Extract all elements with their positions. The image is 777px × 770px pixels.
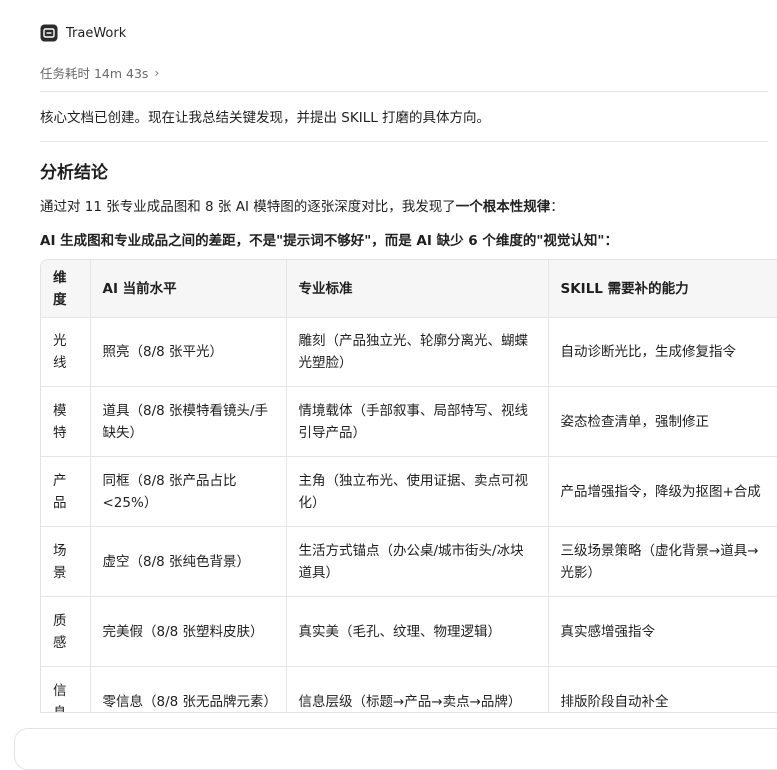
table-cell: 模特 [41, 386, 91, 457]
table-header-row: 维度 AI 当前水平 专业标准 SKILL 需要补的能力 [41, 260, 777, 318]
table-cell: 光线 [41, 317, 91, 387]
table-cell: 场景 [41, 526, 91, 597]
table-cell: 虚空（8/8 张纯色背景） [90, 526, 287, 597]
table-row: 产品 同框（8/8 张产品占比<25%） 主角（独立布光、使用证据、卖点可视化）… [41, 456, 777, 527]
table-cell: 完美假（8/8 张塑料皮肤） [90, 596, 287, 667]
table-row: 场景 虚空（8/8 张纯色背景） 生活方式锚点（办公桌/城市街头/冰块道具） 三… [41, 526, 777, 597]
table-cell: 主角（独立布光、使用证据、卖点可视化） [286, 456, 549, 527]
table-header-cell: AI 当前水平 [90, 260, 287, 318]
table-cell: 排版阶段自动补全 [548, 666, 777, 712]
text-segment: 通过对 11 张专业成品图和 8 张 AI 模特图的逐张深度对比，我发现了 [40, 199, 456, 215]
table-row: 质感 完美假（8/8 张塑料皮肤） 真实美（毛孔、纹理、物理逻辑） 真实感增强指… [41, 596, 777, 667]
comparison-table: 维度 AI 当前水平 专业标准 SKILL 需要补的能力 光线 照亮（8/8 张… [41, 260, 777, 712]
section-heading: 分析结论 [40, 163, 108, 183]
task-duration-label: 任务耗时 14m 43s [40, 66, 149, 81]
table-header-cell: 专业标准 [286, 260, 549, 318]
table-cell: 同框（8/8 张产品占比<25%） [90, 456, 287, 527]
table-cell: 产品增强指令，降级为抠图+合成 [548, 456, 777, 527]
table-cell: 三级场景策略（虚化背景→道具→光影） [548, 526, 777, 597]
table-cell: 雕刻（产品独立光、轮廓分离光、蝴蝶光塑脸） [286, 317, 549, 387]
table-cell: 照亮（8/8 张平光） [90, 317, 287, 387]
message-paragraph-bold: AI 生成图和专业成品之间的差距，不是"提示词不够好"，而是 AI 缺少 6 个… [40, 233, 618, 249]
table-cell: 信息 [41, 666, 91, 712]
app-header: TraeWork [40, 24, 126, 42]
table-cell: 零信息（8/8 张无品牌元素） [90, 666, 287, 712]
table-row: 光线 照亮（8/8 张平光） 雕刻（产品独立光、轮廓分离光、蝴蝶光塑脸） 自动诊… [41, 317, 777, 387]
table-cell: 姿态检查清单，强制修正 [548, 386, 777, 457]
table-row: 模特 道具（8/8 张模特看镜头/手缺失） 情境载体（手部叙事、局部特写、视线引… [41, 386, 777, 457]
app-name: TraeWork [66, 25, 127, 41]
app-logo-icon [40, 24, 58, 42]
table-header-cell: SKILL 需要补的能力 [548, 260, 777, 318]
table-cell: 真实感增强指令 [548, 596, 777, 667]
table-cell: 生活方式锚点（办公桌/城市街头/冰块道具） [286, 526, 549, 597]
table-header-cell: 维度 [41, 260, 91, 318]
message-paragraph: 核心文档已创建。现在让我总结关键发现，并提出 SKILL 打磨的具体方向。 [40, 110, 491, 126]
text-segment: ： [550, 199, 564, 215]
divider [40, 91, 768, 92]
comparison-table-container[interactable]: 维度 AI 当前水平 专业标准 SKILL 需要补的能力 光线 照亮（8/8 张… [40, 259, 777, 713]
task-duration-toggle[interactable]: 任务耗时 14m 43s › [40, 63, 159, 82]
message-composer[interactable] [14, 728, 777, 770]
table-cell: 真实美（毛孔、纹理、物理逻辑） [286, 596, 549, 667]
table-row: 信息 零信息（8/8 张无品牌元素） 信息层级（标题→产品→卖点→品牌） 排版阶… [41, 666, 777, 712]
bold-text: 一个根本性规律 [455, 199, 551, 215]
table-cell: 产品 [41, 456, 91, 527]
divider [40, 141, 768, 142]
table-cell: 质感 [41, 596, 91, 667]
chevron-right-icon: › [154, 65, 160, 80]
table-cell: 自动诊断光比，生成修复指令 [548, 317, 777, 387]
table-cell: 道具（8/8 张模特看镜头/手缺失） [90, 386, 287, 457]
table-cell: 情境载体（手部叙事、局部特写、视线引导产品） [286, 386, 549, 457]
message-paragraph: 通过对 11 张专业成品图和 8 张 AI 模特图的逐张深度对比，我发现了一个根… [40, 195, 564, 215]
table-cell: 信息层级（标题→产品→卖点→品牌） [286, 666, 549, 712]
